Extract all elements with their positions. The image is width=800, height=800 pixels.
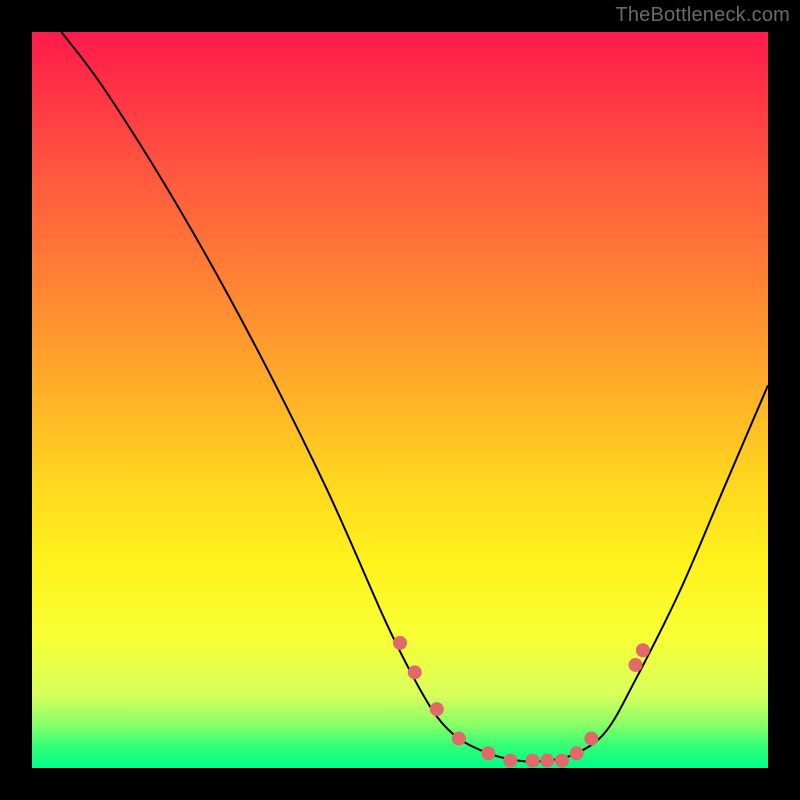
marker-point: [555, 754, 569, 768]
marker-point: [503, 754, 517, 768]
marker-group: [393, 636, 650, 768]
marker-point: [430, 702, 444, 716]
marker-point: [525, 754, 539, 768]
marker-point: [481, 746, 495, 760]
credit-text: TheBottleneck.com: [615, 4, 790, 27]
marker-point: [629, 658, 643, 672]
marker-point: [570, 746, 584, 760]
series-curve: [61, 32, 768, 762]
marker-point: [584, 732, 598, 746]
marker-point: [408, 665, 422, 679]
marker-point: [636, 643, 650, 657]
marker-point: [452, 732, 466, 746]
marker-point: [393, 636, 407, 650]
marker-point: [540, 754, 554, 768]
curve-svg: [32, 32, 768, 768]
chart-frame: TheBottleneck.com: [0, 0, 800, 800]
plot-area: [32, 32, 768, 768]
